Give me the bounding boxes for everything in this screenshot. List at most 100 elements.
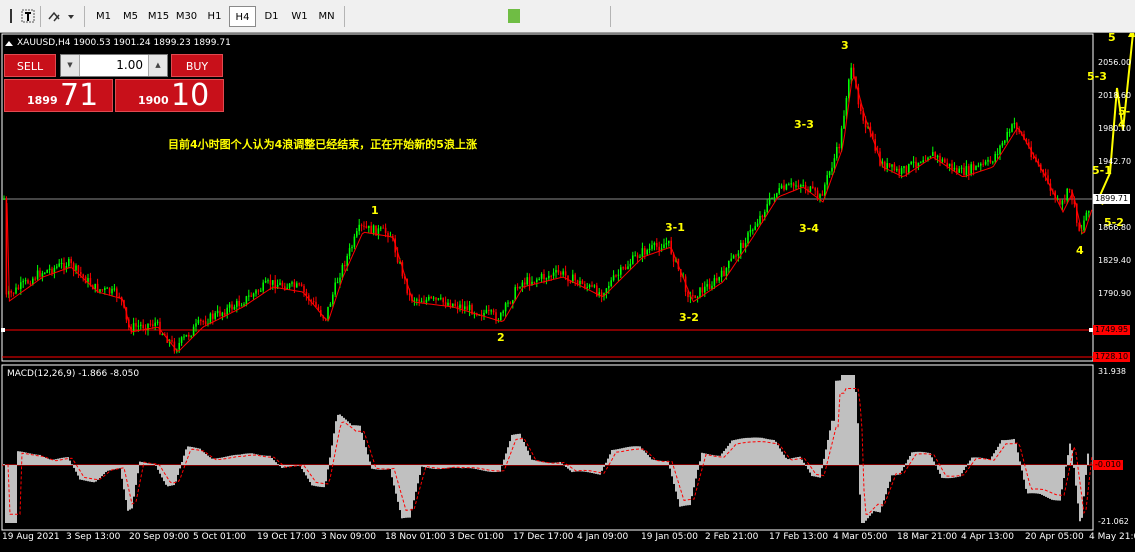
analysis-annotation[interactable]: 目前4小时图个人认为4浪调整已经结束，正在开始新的5浪上涨: [168, 136, 477, 152]
lot-size-field[interactable]: ▼ 1.00 ▲: [60, 54, 168, 77]
candle-body: [195, 323, 197, 327]
candle-body: [548, 275, 550, 279]
candle-body: [893, 164, 896, 171]
candle-body: [701, 287, 704, 293]
candle-body: [821, 194, 824, 196]
candle-body: [442, 297, 444, 303]
candle-body: [836, 146, 838, 159]
candle-body: [617, 274, 620, 276]
lot-decrease-icon[interactable]: ▼: [61, 55, 80, 76]
timeframe-m1-button[interactable]: M1: [90, 6, 117, 27]
candle-body: [627, 266, 629, 269]
timeframe-h4-button[interactable]: H4: [229, 6, 256, 27]
wave-label-3-1[interactable]: 3-1: [665, 221, 685, 234]
candle-body: [500, 312, 502, 321]
candle-body: [221, 312, 224, 316]
candle-body: [272, 280, 274, 285]
timeframe-m30-button[interactable]: M30: [173, 6, 200, 27]
candle-body: [543, 274, 545, 280]
candle-body: [840, 128, 843, 149]
wave-label-4[interactable]: 4: [1076, 244, 1084, 257]
timeframe-h1-button[interactable]: H1: [201, 6, 228, 27]
candle-body: [113, 288, 116, 290]
time-axis-tick: 18 Nov 01:00: [385, 532, 446, 542]
sell-button[interactable]: SELL: [4, 54, 56, 77]
symbol-collapse-icon[interactable]: [5, 41, 13, 46]
wave-label-3-2[interactable]: 3-2: [679, 311, 699, 324]
objects-menu-icon[interactable]: [46, 8, 76, 24]
candle-body: [269, 280, 272, 285]
lot-size-value[interactable]: 1.00: [81, 55, 147, 76]
candle-body: [752, 229, 754, 231]
candle-body: [564, 271, 567, 276]
candle-body: [814, 188, 816, 191]
wave-label-1[interactable]: 1: [371, 204, 379, 217]
candle-body: [380, 227, 382, 229]
candle-body: [540, 274, 543, 279]
candle-body: [934, 152, 936, 158]
candle-body: [550, 275, 552, 277]
candle-body: [1001, 143, 1004, 146]
text-tool-icon[interactable]: [20, 8, 36, 24]
candle-body: [653, 243, 656, 246]
candle-body: [636, 255, 639, 258]
sell-price-button[interactable]: 1899 71: [4, 78, 113, 113]
time-axis-tick: 19 Oct 17:00: [257, 532, 316, 542]
wave-label-3-4[interactable]: 3-4: [799, 222, 819, 235]
toolbar-status-marker: [508, 9, 520, 23]
timeframe-w1-button[interactable]: W1: [286, 6, 313, 27]
candle-body: [214, 313, 216, 319]
wave-label-2[interactable]: 2: [497, 331, 505, 344]
candle-body: [574, 274, 576, 281]
candle-body: [262, 282, 264, 291]
candle-body: [562, 271, 564, 275]
candle-body: [519, 287, 521, 289]
candle-body: [12, 292, 15, 294]
candle-body: [941, 159, 944, 162]
candle-body: [236, 301, 238, 307]
buy-price-button[interactable]: 1900 10: [115, 78, 224, 113]
support-line-handle[interactable]: [1, 328, 5, 332]
candle-body: [339, 277, 341, 283]
candle-body: [756, 223, 759, 227]
current-price-tag: 1899.71: [1093, 194, 1131, 204]
buy-button[interactable]: BUY: [171, 54, 223, 77]
price-axis-tick: 1942.70: [1098, 157, 1132, 166]
buy-price-prefix: 1900: [138, 94, 169, 107]
candle-body: [428, 296, 430, 300]
candle-body: [63, 262, 65, 270]
candle-body: [416, 299, 418, 301]
candle-body: [780, 185, 783, 189]
timeframe-mn-button[interactable]: MN: [313, 6, 340, 27]
candle-body: [370, 225, 372, 234]
price-axis-tick: 1866.80: [1098, 223, 1132, 232]
candle-body: [15, 287, 17, 294]
timeframe-m5-button[interactable]: M5: [117, 6, 144, 27]
candle-body: [68, 258, 70, 267]
candle-body: [1066, 188, 1068, 201]
wave-label-3-3[interactable]: 3-3: [794, 118, 814, 131]
candle-body: [255, 290, 257, 294]
candle-body: [838, 146, 840, 149]
candle-body: [382, 227, 384, 229]
candle-body: [36, 270, 39, 280]
candle-body: [260, 290, 262, 292]
timeframe-d1-button[interactable]: D1: [258, 6, 285, 27]
wave-label-5[interactable]: 5: [1108, 31, 1116, 44]
candle-body: [341, 264, 344, 278]
chart-window[interactable]: XAUUSD,H4 1900.53 1901.24 1899.23 1899.7…: [0, 31, 1135, 552]
candle-body: [224, 312, 226, 316]
candle-body: [1064, 200, 1066, 202]
cursor-icon[interactable]: [3, 8, 19, 24]
candle-body: [912, 161, 915, 163]
candle-body: [634, 255, 636, 257]
candle-body: [48, 268, 51, 270]
candle-body: [516, 287, 519, 289]
candle-body: [29, 283, 32, 285]
wave-label-5-3[interactable]: 5-3: [1087, 70, 1107, 83]
lot-increase-icon[interactable]: ▲: [148, 55, 167, 76]
time-axis-tick: 2 Feb 21:00: [705, 532, 759, 542]
wave-label-3[interactable]: 3: [841, 39, 849, 52]
timeframe-m15-button[interactable]: M15: [145, 6, 172, 27]
candle-body: [730, 258, 732, 261]
